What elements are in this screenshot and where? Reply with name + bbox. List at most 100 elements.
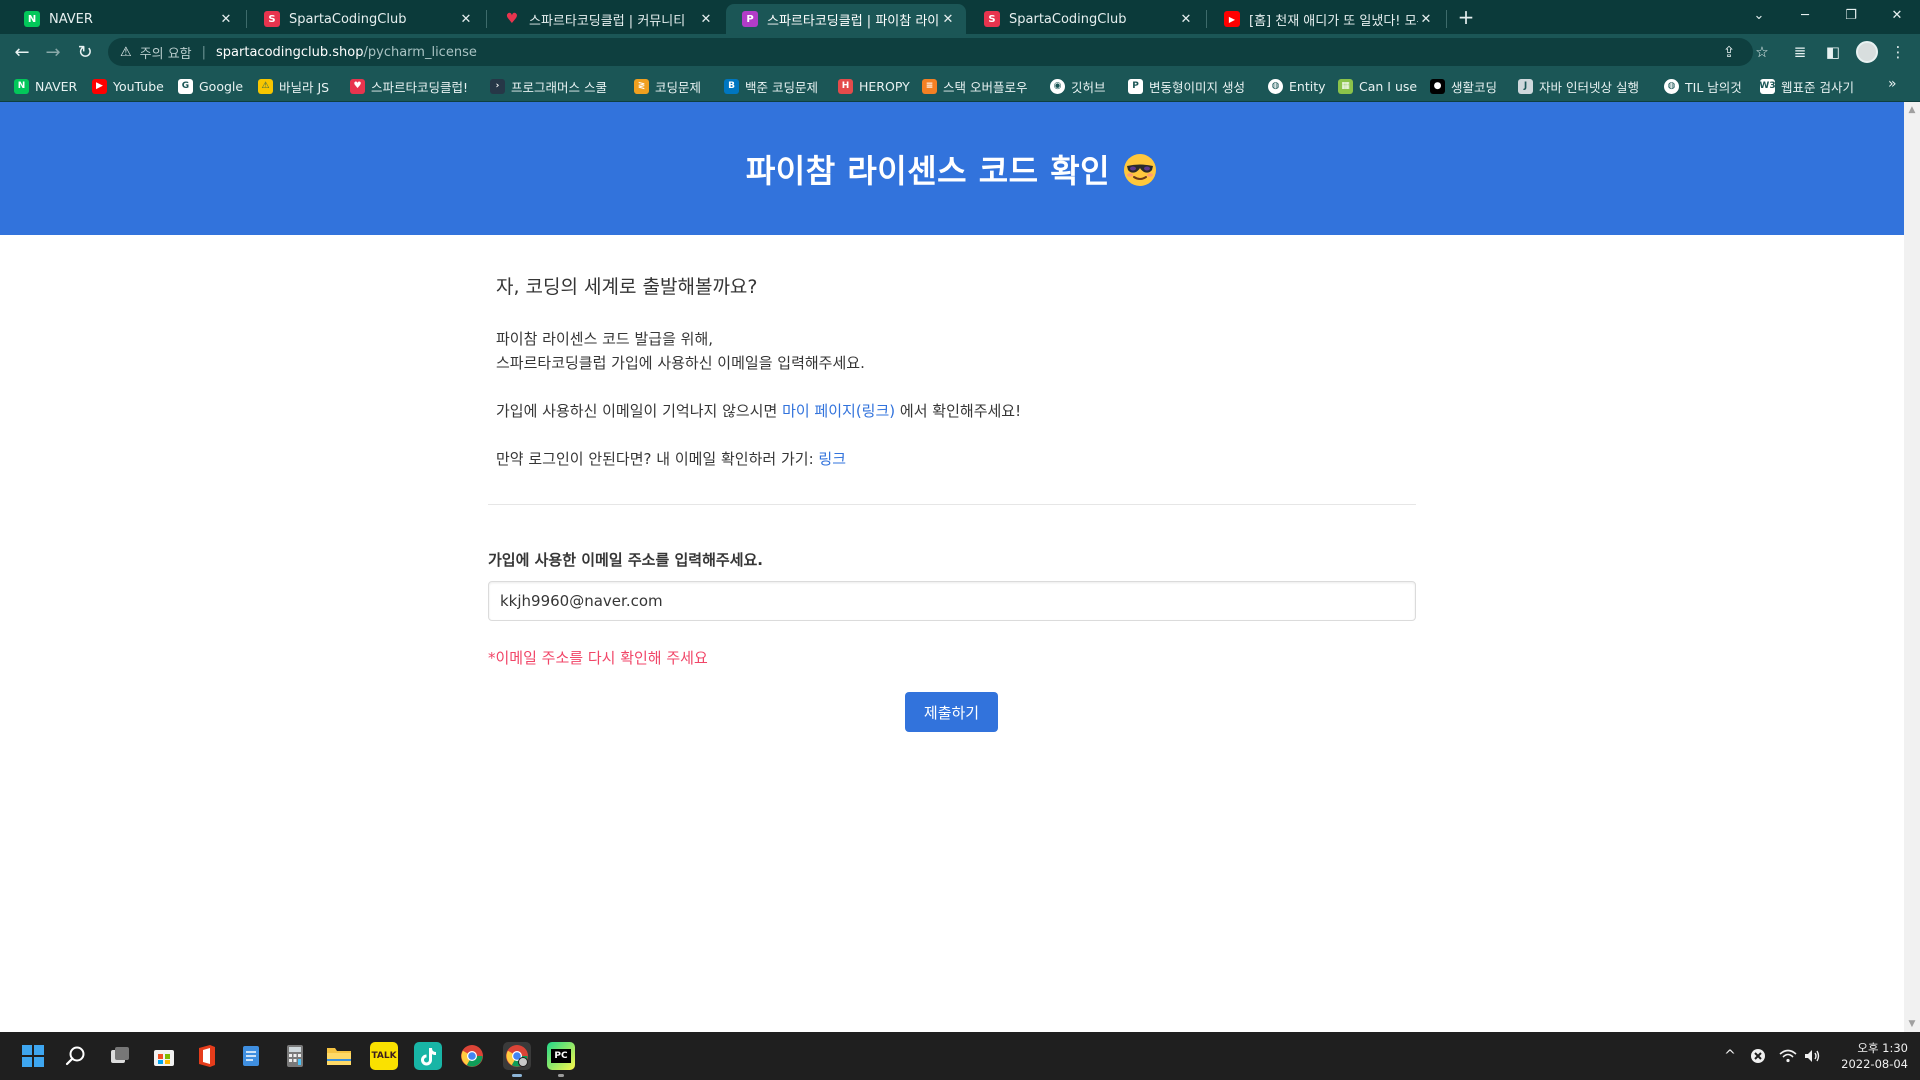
clock-date: 2022-08-04 xyxy=(1841,1057,1908,1071)
bookmark-item[interactable]: › 프로그래머스 스쿨 xyxy=(490,76,607,96)
windows-taskbar: TALK PC ^ 오후 1:30 2022-08-04 xyxy=(0,1032,1920,1080)
email-input[interactable] xyxy=(488,581,1416,621)
tab-sparta-2[interactable]: S SpartaCodingClub ✕ xyxy=(968,4,1204,34)
bookmark-label: 생활코딩 xyxy=(1451,79,1498,95)
office-icon[interactable] xyxy=(193,1042,221,1070)
bookmark-item[interactable]: B 백준 코딩문제 xyxy=(724,76,818,96)
reload-button[interactable]: ↻ xyxy=(73,40,97,64)
clock-time: 오후 1:30 xyxy=(1857,1041,1908,1055)
tab-separator xyxy=(1206,10,1207,28)
mypage-link[interactable]: 마이 페이지(링크) xyxy=(782,402,895,420)
bookmarks-bar: N NAVER ▶ YouTube G Google ⚠ 바닐라 JS ♥ 스파르타코딩클럽! › 프… xyxy=(0,70,1920,102)
submit-button[interactable]: 제출하기 xyxy=(905,692,998,732)
sparta-pycharm-icon: P xyxy=(742,11,758,27)
bookmark-item[interactable]: J 자바 인터넷상 실행 xyxy=(1518,76,1639,96)
mypage-paragraph: 가입에 사용하신 이메일이 기억나지 않으시면 마이 페이지(링크) 에서 확인… xyxy=(496,399,1408,423)
opentutorials-icon: ● xyxy=(1430,78,1445,94)
login-help-text: 만약 로그인이 안된다면? 내 이메일 확인하러 가기: xyxy=(496,450,814,468)
restore-button[interactable]: ❐ xyxy=(1828,0,1874,30)
tiktok-icon[interactable] xyxy=(414,1042,442,1070)
tab-sparta[interactable]: S SpartaCodingClub ✕ xyxy=(248,4,484,34)
email-check-link[interactable]: 링크 xyxy=(818,450,846,468)
wifi-icon[interactable] xyxy=(1778,1046,1798,1066)
profile-avatar[interactable] xyxy=(1856,41,1878,63)
menu-kebab-icon[interactable]: ⋮ xyxy=(1886,40,1910,64)
google-icon: G xyxy=(178,78,193,94)
show-hidden-icons-chevron-icon[interactable]: ^ xyxy=(1720,1046,1740,1066)
bookmark-item[interactable]: ● 생활코딩 xyxy=(1430,76,1497,96)
start-icon[interactable] xyxy=(19,1042,47,1070)
bookmark-label: 코딩문제 xyxy=(655,79,702,95)
tab-naver[interactable]: N NAVER ✕ xyxy=(8,4,244,34)
chrome-profile-icon[interactable] xyxy=(503,1042,531,1077)
store-icon[interactable] xyxy=(150,1042,178,1070)
bookmark-star-icon[interactable]: ☆ xyxy=(1750,40,1774,64)
section-divider xyxy=(488,504,1416,505)
notepad-icon[interactable] xyxy=(237,1042,265,1070)
task-view-icon[interactable] xyxy=(106,1042,134,1070)
bookmark-label: 스택 오버플로우 xyxy=(943,79,1028,95)
address-bar[interactable]: ⚠ 주의 요함 | spartacodingclub.shop /pycharm… xyxy=(108,38,1753,66)
bookmark-item[interactable]: ♥ 스파르타코딩클럽! xyxy=(350,76,468,96)
tab-youtube[interactable]: ▶ [홈] 천재 애디가 또 일냈다! 모두 ✕ xyxy=(1208,4,1444,34)
page-scrollbar[interactable]: ▲ ▼ xyxy=(1904,102,1920,1032)
bookmark-item[interactable]: ◍ TIL 남의것 xyxy=(1664,76,1742,96)
bookmark-item[interactable]: H HEROPY xyxy=(838,76,910,96)
bookmarks-overflow-icon[interactable]: » xyxy=(1888,76,1897,92)
close-icon[interactable]: ✕ xyxy=(1178,12,1194,27)
close-icon[interactable]: ✕ xyxy=(940,12,956,27)
forward-button[interactable]: → xyxy=(41,40,65,64)
tab-title: 스파르타코딩클럽 | 커뮤니티 xyxy=(529,13,686,29)
new-tab-button[interactable]: + xyxy=(1452,4,1480,30)
bookmark-item[interactable]: ▦ Can I use xyxy=(1338,76,1417,96)
url-path: /pycharm_license xyxy=(363,44,477,60)
scroll-down-icon[interactable]: ▼ xyxy=(1904,1016,1920,1032)
tab-sparta-community[interactable]: ♥ 스파르타코딩클럽 | 커뮤니티 ✕ xyxy=(488,4,724,34)
sparta-heart-icon: ♥ xyxy=(505,11,519,27)
intro-section: 자, 코딩의 세계로 출발해볼까요? 파이참 라이센스 코드 발급을 위해, 스… xyxy=(496,275,1408,471)
file-explorer-icon[interactable] xyxy=(325,1042,353,1070)
bookmark-item[interactable]: W3 웹표준 검사기 xyxy=(1759,76,1854,96)
bookmark-item[interactable]: ▶ YouTube xyxy=(92,76,164,96)
naver-icon: N xyxy=(14,78,29,94)
tab-search-button[interactable]: ⌄ xyxy=(1736,0,1782,30)
close-icon[interactable]: ✕ xyxy=(1418,12,1434,27)
bookmark-label: 자바 인터넷상 실행 xyxy=(1539,79,1639,95)
scroll-up-icon[interactable]: ▲ xyxy=(1904,102,1920,118)
bookmark-item[interactable]: P 변동형이미지 생성 xyxy=(1128,76,1245,96)
system-clock[interactable]: 오후 1:30 2022-08-04 xyxy=(1828,1040,1908,1072)
close-icon[interactable]: ✕ xyxy=(218,12,234,27)
tab-sparta-pycharm[interactable]: P 스파르타코딩클럽 | 파이참 라이 ✕ xyxy=(726,4,966,34)
naver-icon: N xyxy=(24,11,40,27)
chrome-icon[interactable] xyxy=(458,1042,486,1070)
kakaotalk-icon[interactable]: TALK xyxy=(370,1042,398,1070)
intro-line-1: 파이참 라이센스 코드 발급을 위해, xyxy=(496,330,714,348)
omnibox-divider: | xyxy=(201,44,207,60)
bookmark-item[interactable]: ⚠ 바닐라 JS xyxy=(258,76,329,96)
sunglasses-emoji-icon xyxy=(1122,152,1158,188)
bookmark-item[interactable]: N NAVER xyxy=(14,76,77,96)
close-icon[interactable]: ✕ xyxy=(458,12,474,27)
bookmark-item[interactable]: ◉ 깃허브 xyxy=(1050,76,1106,96)
bookmark-label: 깃허브 xyxy=(1071,79,1106,95)
back-button[interactable]: ← xyxy=(10,40,34,64)
reading-list-icon[interactable]: ≣ xyxy=(1788,40,1812,64)
globe-icon: ◍ xyxy=(1664,78,1679,94)
bookmark-item[interactable]: ≡ 스택 오버플로우 xyxy=(922,76,1027,96)
antivirus-tray-icon[interactable] xyxy=(1748,1046,1768,1066)
calculator-icon[interactable] xyxy=(281,1042,309,1070)
search-icon[interactable] xyxy=(62,1042,90,1070)
bookmark-label: Can I use xyxy=(1359,78,1418,94)
volume-icon[interactable] xyxy=(1802,1046,1822,1066)
share-icon[interactable]: ⇪ xyxy=(1717,40,1741,64)
bookmark-item[interactable]: ≷ 코딩문제 xyxy=(634,76,701,96)
stackoverflow-icon: ≡ xyxy=(922,78,937,94)
side-panel-icon[interactable]: ◧ xyxy=(1821,40,1845,64)
pycharm-icon[interactable]: PC xyxy=(547,1042,575,1077)
minimize-button[interactable]: ─ xyxy=(1782,0,1828,30)
close-window-button[interactable]: ✕ xyxy=(1874,0,1920,30)
bookmark-item[interactable]: ◍ Entity xyxy=(1268,76,1326,96)
bookmark-item[interactable]: G Google xyxy=(178,76,243,96)
hero-banner: 파이참 라이센스 코드 확인 xyxy=(0,102,1904,235)
close-icon[interactable]: ✕ xyxy=(698,12,714,27)
